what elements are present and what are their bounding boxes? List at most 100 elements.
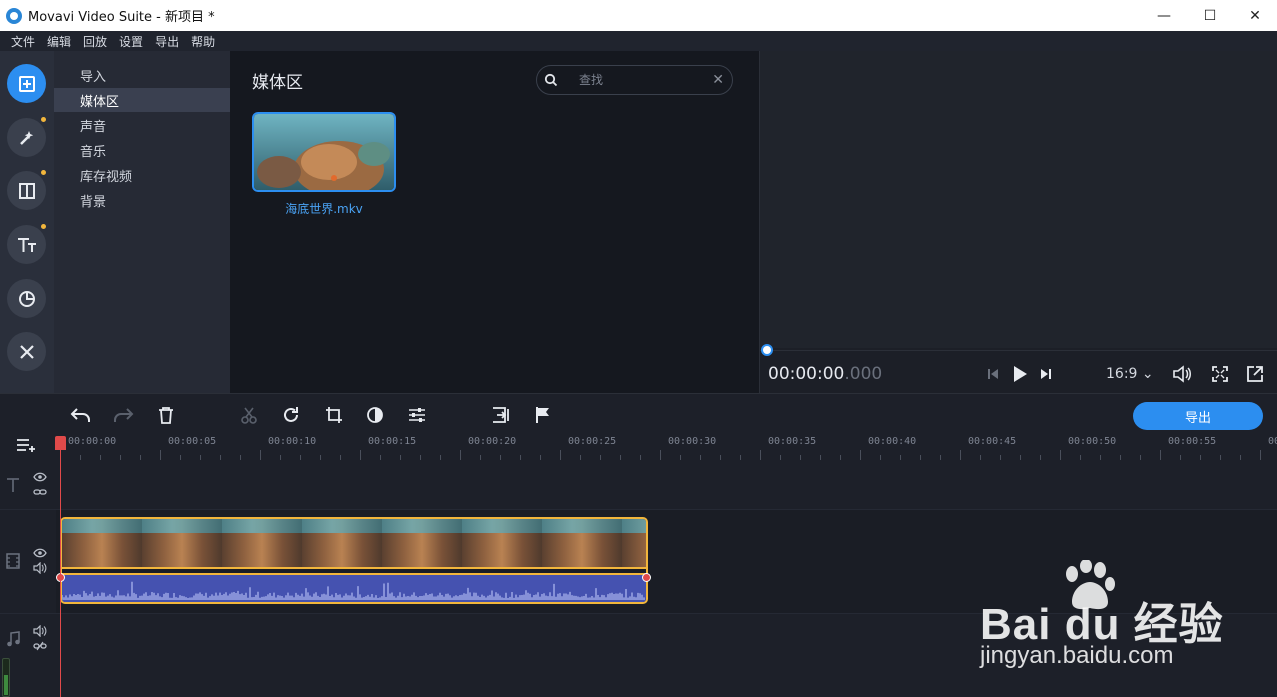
eye-icon[interactable] — [32, 546, 48, 560]
track-header-column — [0, 460, 56, 697]
playback-progress-track[interactable] — [760, 350, 1277, 351]
undo-button[interactable] — [70, 404, 92, 426]
nav-item-sounds[interactable]: 声音 — [54, 113, 230, 137]
nav-item-stock-video[interactable]: 库存视频 — [54, 163, 230, 187]
rotate-button[interactable] — [280, 404, 302, 426]
title-track[interactable] — [56, 460, 1277, 509]
menu-playback[interactable]: 回放 — [77, 33, 113, 50]
play-button[interactable] — [1010, 363, 1030, 385]
watermark-url: jingyan.baidu.com — [980, 642, 1174, 669]
import-media-icon — [18, 75, 35, 92]
video-clip[interactable] — [60, 517, 648, 604]
playback-timecode: 00:00:00.000 — [768, 364, 883, 384]
ruler-tick — [960, 450, 961, 460]
clip-properties-button[interactable] — [406, 404, 428, 426]
import-media-button[interactable] — [7, 64, 46, 103]
speaker-icon[interactable] — [32, 561, 48, 575]
maximize-button[interactable]: ☐ — [1187, 0, 1233, 31]
volume-keyframe-end[interactable] — [642, 573, 651, 582]
preview-player: 00:00:00.000 16:9 ⌄ — [759, 51, 1277, 393]
media-thumbnail[interactable] — [252, 112, 396, 192]
nav-item-music[interactable]: 音乐 — [54, 138, 230, 162]
nav-item-backgrounds[interactable]: 背景 — [54, 188, 230, 212]
preview-screen — [760, 51, 1277, 348]
search-box[interactable]: ✕ — [536, 65, 733, 95]
ruler-tick-label: 00:01:00 — [1268, 436, 1277, 447]
notification-dot — [41, 224, 46, 229]
next-frame-button[interactable] — [1037, 363, 1055, 385]
close-button[interactable]: ✕ — [1232, 0, 1277, 31]
menu-help[interactable]: 帮助 — [185, 33, 221, 50]
fullscreen-button[interactable] — [1209, 363, 1231, 385]
export-button[interactable]: 导出 — [1133, 402, 1263, 430]
previous-frame-button[interactable] — [984, 363, 1002, 385]
aspect-ratio-select[interactable]: 16:9 ⌄ — [1106, 366, 1154, 382]
ruler-tick — [1060, 450, 1061, 460]
ruler-tick — [160, 450, 161, 460]
volume-icon — [1173, 365, 1191, 383]
timeline-ruler[interactable]: 00:00:00 00:00:05 00:00:10 00:00:15 00:00:20… — [0, 433, 1277, 460]
ruler-tick — [660, 450, 661, 460]
notification-dot — [41, 170, 46, 175]
ruler-tick — [460, 450, 461, 460]
stickers-button[interactable] — [7, 279, 46, 318]
ruler-tick — [760, 450, 761, 460]
contrast-icon — [367, 407, 383, 423]
redo-button[interactable] — [112, 404, 134, 426]
menu-file[interactable]: 文件 — [5, 33, 41, 50]
eye-icon[interactable] — [32, 470, 48, 484]
ruler-tick — [1160, 450, 1161, 460]
magic-wand-icon — [19, 130, 33, 145]
search-input[interactable] — [579, 71, 699, 89]
play-icon — [1014, 366, 1027, 382]
speaker-icon[interactable] — [32, 624, 48, 638]
unlink-icon[interactable] — [32, 639, 48, 653]
volume-button[interactable] — [1171, 363, 1193, 385]
clip-audio-waveform — [62, 575, 646, 602]
transitions-button[interactable] — [7, 171, 46, 210]
add-track-button[interactable] — [14, 434, 40, 456]
ruler-tick-label: 00:00:10 — [268, 436, 317, 447]
clear-search-icon[interactable]: ✕ — [712, 72, 724, 88]
window-title: Movavi Video Suite - 新项目 * — [28, 10, 215, 25]
ruler-tick-label: 00:00:55 — [1168, 436, 1217, 447]
menu-export[interactable]: 导出 — [149, 33, 185, 50]
ruler-tick-label: 00:00:35 — [768, 436, 817, 447]
tools-icon — [19, 344, 34, 359]
crop-button[interactable] — [323, 404, 345, 426]
link-icon[interactable] — [32, 485, 48, 499]
nav-item-media-bin[interactable]: 媒体区 — [54, 88, 230, 112]
detach-player-button[interactable] — [1244, 363, 1266, 385]
add-track-icon — [17, 439, 35, 452]
effects-button[interactable] — [7, 118, 46, 157]
ruler-tick — [560, 450, 561, 460]
nav-item-import[interactable]: 导入 — [54, 63, 230, 87]
split-button[interactable] — [238, 404, 260, 426]
playback-progress-knob[interactable] — [761, 344, 773, 356]
playhead[interactable] — [60, 436, 61, 697]
tools-button[interactable] — [7, 332, 46, 371]
media-panel: 媒体区 ✕ 海底世界.mkv — [230, 51, 759, 393]
menu-edit[interactable]: 编辑 — [41, 33, 77, 50]
ruler-tick-label: 00:00:00 — [68, 436, 117, 447]
add-marker-button[interactable] — [532, 404, 554, 426]
ruler-tick-label: 00:00:45 — [968, 436, 1017, 447]
insert-clip-button[interactable] — [490, 404, 512, 426]
color-adjust-button[interactable] — [364, 404, 386, 426]
media-file-name[interactable]: 海底世界.mkv — [252, 200, 396, 217]
rotate-icon — [284, 407, 298, 422]
ruler-tick-label: 00:00:25 — [568, 436, 617, 447]
titles-button[interactable] — [7, 225, 46, 264]
track-separator — [0, 509, 1277, 510]
stickers-icon — [18, 290, 35, 307]
delete-button[interactable] — [155, 404, 177, 426]
ruler-tick — [260, 450, 261, 460]
baidu-watermark: Bai du 经验 jingyan.baidu.com — [980, 560, 1240, 670]
sliders-icon — [409, 408, 425, 422]
title-bar: Movavi Video Suite - 新项目 * — ☐ ✕ — [0, 0, 1277, 31]
minimize-button[interactable]: — — [1141, 0, 1187, 31]
waveform — [62, 581, 645, 600]
search-icon — [544, 73, 558, 87]
menu-settings[interactable]: 设置 — [113, 33, 149, 50]
ruler-tick-label: 00:00:40 — [868, 436, 917, 447]
